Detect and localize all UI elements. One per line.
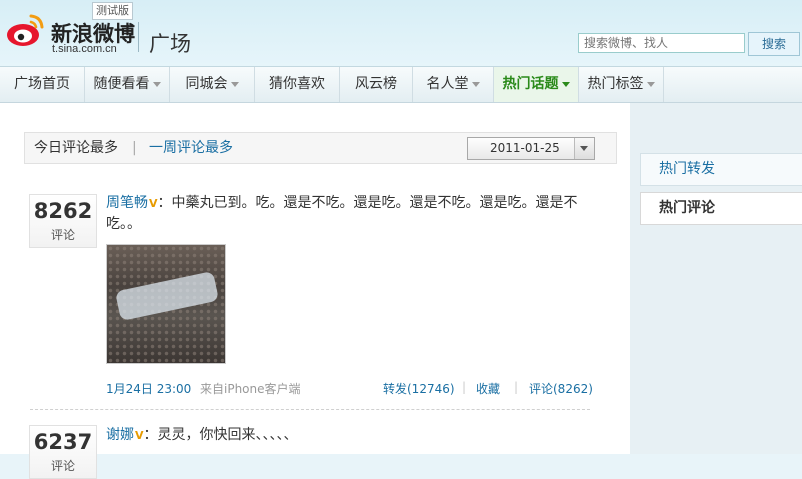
sidebar-tab-hot-reposts[interactable]: 热门转发 [640,153,802,186]
nav-label: 猜你喜欢 [269,76,325,92]
repost-link[interactable]: 转发(12746) [383,380,455,397]
chevron-down-icon [471,81,480,87]
main-nav: 广场首页 随便看看 同城会 猜你喜欢 风云榜 名人堂 热门话题 热门标签 [0,66,802,103]
header-separator [138,22,139,52]
comment-link[interactable]: 评论(8262) [529,380,593,397]
date-select[interactable]: 2011-01-25 [467,137,595,160]
filter-bar: 今日评论最多 | 一周评论最多 2011-01-25 [24,132,617,164]
nav-ranking[interactable]: 风云榜 [340,67,413,102]
nav-random[interactable]: 随便看看 [85,67,170,102]
comment-count-box: 8262 评论 [29,194,97,248]
nav-city[interactable]: 同城会 [170,67,255,102]
comment-count: 6237 [33,430,93,454]
repost-link-text[interactable]: 转发(12746) [383,382,455,396]
nav-hot-topics[interactable]: 热门话题 [494,67,579,102]
nav-guess[interactable]: 猜你喜欢 [255,67,340,102]
post-divider [30,409,590,410]
weibo-logo-icon[interactable] [6,10,46,50]
main-content: 今日评论最多 | 一周评论最多 2011-01-25 8262 评论 周笔畅V：… [0,103,630,479]
search-input[interactable] [578,33,745,53]
post-image[interactable] [106,244,226,364]
nav-label: 名人堂 [426,76,469,92]
comment-count-label: 评论 [50,459,75,473]
filter-today[interactable]: 今日评论最多 [34,133,118,163]
sidebar: 热门转发 热门评论 [630,103,802,454]
post-author[interactable]: 谢娜 [106,427,134,443]
comment-count-label: 评论 [50,228,75,242]
post-source: 来自iPhone客户端 [200,382,301,396]
post-text: ：灵灵，你快回来、、、、、 [143,427,298,443]
nav-label: 热门话题 [502,76,559,92]
post-body: 周笔畅V：中藥丸已到。吃。還是不吃。還是吃。還是不吃。還是吃。還是不吃。。 [106,193,596,235]
comment-count: 8262 [33,199,93,223]
verified-icon: V [135,429,144,442]
post-time[interactable]: 1月24日 23:00 [106,380,191,397]
favorite-link[interactable]: 收藏 [476,380,500,397]
meta-separator: | [514,380,519,394]
post-text: ：中藥丸已到。吃。還是不吃。還是吃。還是不吃。還是吃。還是不吃。。 [106,195,578,232]
chevron-down-icon [561,81,570,87]
brand-url: t.sina.com.cn [52,43,117,55]
nav-label: 风云榜 [355,76,397,92]
filter-separator: | [132,140,137,156]
chevron-down-icon [152,81,161,87]
nav-label: 随便看看 [93,76,150,92]
beta-badge: 测试版 [92,2,133,20]
nav-home[interactable]: 广场首页 [0,67,85,102]
meta-separator: | [462,380,467,394]
favorite-link-text[interactable]: 收藏 [476,382,500,396]
nav-label: 广场首页 [14,76,70,92]
search-button[interactable]: 搜索 [748,32,800,56]
nav-celebrity[interactable]: 名人堂 [413,67,494,102]
sidebar-tab-hot-comments[interactable]: 热门评论 [640,192,802,225]
nav-label: 热门标签 [587,76,644,92]
chevron-down-icon [574,138,594,159]
post-author[interactable]: 周笔畅 [106,195,148,211]
sidebar-tab-label: 热门转发 [659,161,715,177]
nav-hot-tags[interactable]: 热门标签 [579,67,664,102]
chevron-down-icon [646,81,655,87]
chevron-down-icon [230,81,239,87]
verified-icon: V [149,197,158,210]
comment-link-text[interactable]: 评论(8262) [529,382,593,396]
comment-count-box: 6237 评论 [29,425,97,479]
post-time-link[interactable]: 1月24日 23:00 [106,382,191,396]
page-title: 广场 [149,32,191,56]
site-header: 新浪微博 t.sina.com.cn 测试版 广场 搜索 [0,0,802,66]
post-body: 谢娜V：灵灵，你快回来、、、、、 [106,425,596,446]
date-value: 2011-01-25 [490,141,560,155]
sidebar-tab-label: 热门评论 [659,200,715,216]
filter-week[interactable]: 一周评论最多 [149,133,233,163]
nav-label: 同城会 [185,76,228,92]
